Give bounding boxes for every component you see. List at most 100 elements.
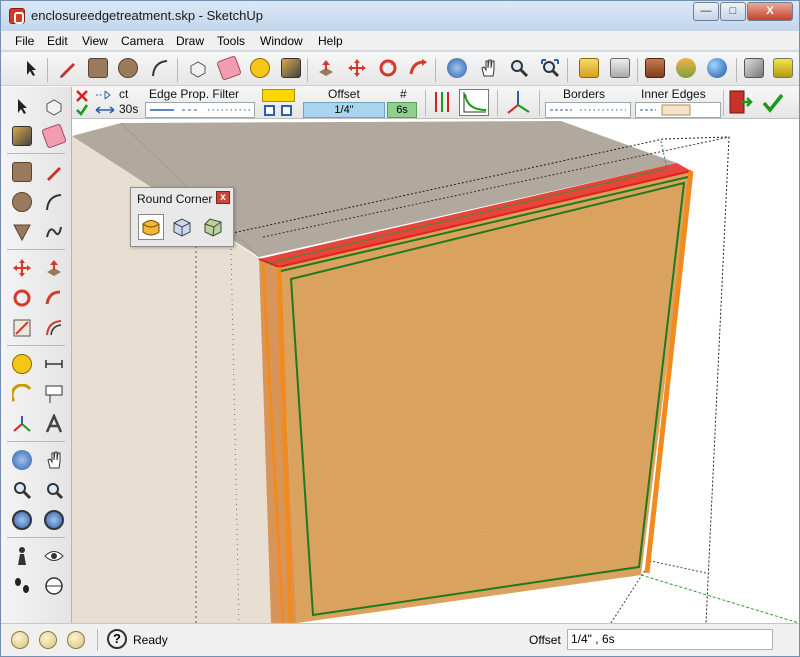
zoom-button[interactable] [506,55,532,81]
menu-tools[interactable]: Tools [217,34,245,48]
line-tool-button[interactable] [41,159,67,185]
ruby-console-button[interactable] [673,55,699,81]
dimension-tool-button[interactable] [41,351,67,377]
protractor-button[interactable] [9,381,35,407]
rotate-tool-button[interactable] [375,55,401,81]
zoom-button[interactable] [9,477,35,503]
polygon-tool-button[interactable] [9,219,35,245]
measurement-input[interactable]: 1/4" , 6s [567,629,773,650]
color-swatch[interactable] [262,89,295,102]
menu-help[interactable]: Help [318,34,343,48]
eraser-tool-button[interactable] [216,55,242,81]
rotate-tool-button[interactable] [9,285,35,311]
make-component-button[interactable] [41,93,67,119]
move-tool-button[interactable] [344,55,370,81]
rectangle-tool-button[interactable] [85,55,111,81]
axes-icon [13,416,31,432]
push-pull-button[interactable] [41,255,67,281]
component-icon [190,61,206,78]
arc-tool-button[interactable] [147,55,173,81]
angle-value[interactable]: 30s [119,102,138,116]
pan-button[interactable] [41,447,67,473]
rectangle-tool-button[interactable] [9,159,35,185]
axes-icon[interactable] [504,89,532,117]
look-around-button[interactable] [41,543,67,569]
zoom-extents-button[interactable] [9,507,35,533]
pan-button[interactable] [475,55,501,81]
google-earth-button[interactable] [704,55,730,81]
extension-warehouse-button[interactable] [642,55,668,81]
menu-view[interactable]: View [82,34,108,48]
paint-bucket-button[interactable] [278,55,304,81]
square-pair-icon[interactable] [264,105,294,116]
text-tool-button[interactable] [41,381,67,407]
validate-button[interactable] [761,91,787,115]
axes-tool-button[interactable] [9,411,35,437]
position-camera-button[interactable] [9,543,35,569]
share-model-button[interactable] [607,55,633,81]
dashed-arrows-icon[interactable] [95,89,115,101]
credits-icon[interactable] [39,631,57,649]
eraser-tool-button[interactable] [41,123,67,149]
exit-button[interactable] [727,89,753,116]
geo-location-icon[interactable] [11,631,29,649]
curve-mode-button[interactable] [459,89,489,116]
components-button[interactable] [741,55,767,81]
menu-file[interactable]: File [15,34,34,48]
inner-edges-field[interactable] [635,102,721,118]
tape-measure-button[interactable] [9,351,35,377]
make-component-button[interactable] [185,55,211,81]
paint-bucket-button[interactable] [9,123,35,149]
menu-window[interactable]: Window [260,34,303,48]
orbit-button[interactable] [444,55,470,81]
offset-tool-button[interactable] [41,315,67,341]
close-button[interactable]: X [747,2,793,21]
select-tool-button[interactable] [18,55,44,81]
circle-tool-button[interactable] [9,189,35,215]
follow-me-button[interactable] [405,55,431,81]
modeling-viewport[interactable]: Round Corner x [72,119,799,623]
previous-view-button[interactable] [41,507,67,533]
line-tool-button[interactable] [55,55,81,81]
select-tool-button[interactable] [9,93,35,119]
push-pull-button[interactable] [313,55,339,81]
zoom-extents-button[interactable] [537,55,563,81]
walk-button[interactable] [9,573,35,599]
freehand-tool-button[interactable] [41,219,67,245]
maximize-button[interactable]: □ [720,2,746,21]
move-tool-button[interactable] [9,255,35,281]
green-check-icon[interactable] [75,103,89,117]
circle-tool-button[interactable] [115,55,141,81]
round-corner-button[interactable] [138,214,164,240]
round-corner-panel-close[interactable]: x [216,191,230,204]
orbit-button[interactable] [9,447,35,473]
get-models-button[interactable] [576,55,602,81]
parallel-lines-icon[interactable] [433,91,453,113]
help-icon[interactable]: ? [107,629,127,649]
status-bar: ? Ready Offset 1/4" , 6s [1,623,799,656]
minimize-button[interactable]: — [693,2,719,21]
zoom-extents-icon [12,510,32,530]
circle-icon [118,58,138,78]
tool-button-extra[interactable] [770,55,796,81]
3d-text-button[interactable] [41,411,67,437]
red-cross-icon[interactable] [75,89,89,103]
tape-measure-button[interactable] [247,55,273,81]
sharp-corner-button[interactable] [169,214,195,240]
segments-field[interactable]: 6s [387,102,417,118]
double-arrow-icon[interactable] [95,105,115,115]
user-signin-icon[interactable] [67,631,85,649]
zoom-window-button[interactable] [41,477,67,503]
section-plane-button[interactable] [41,573,67,599]
bevel-button[interactable] [200,214,226,240]
offset-field[interactable]: 1/4" [303,102,385,118]
follow-me-button[interactable] [41,285,67,311]
arc-tool-button[interactable] [41,189,67,215]
menu-camera[interactable]: Camera [121,34,164,48]
menu-draw[interactable]: Draw [176,34,204,48]
scale-tool-button[interactable] [9,315,35,341]
menu-edit[interactable]: Edit [47,34,68,48]
edge-filter-field[interactable] [145,102,255,118]
borders-field[interactable] [545,102,631,118]
offset-icon [46,320,62,336]
